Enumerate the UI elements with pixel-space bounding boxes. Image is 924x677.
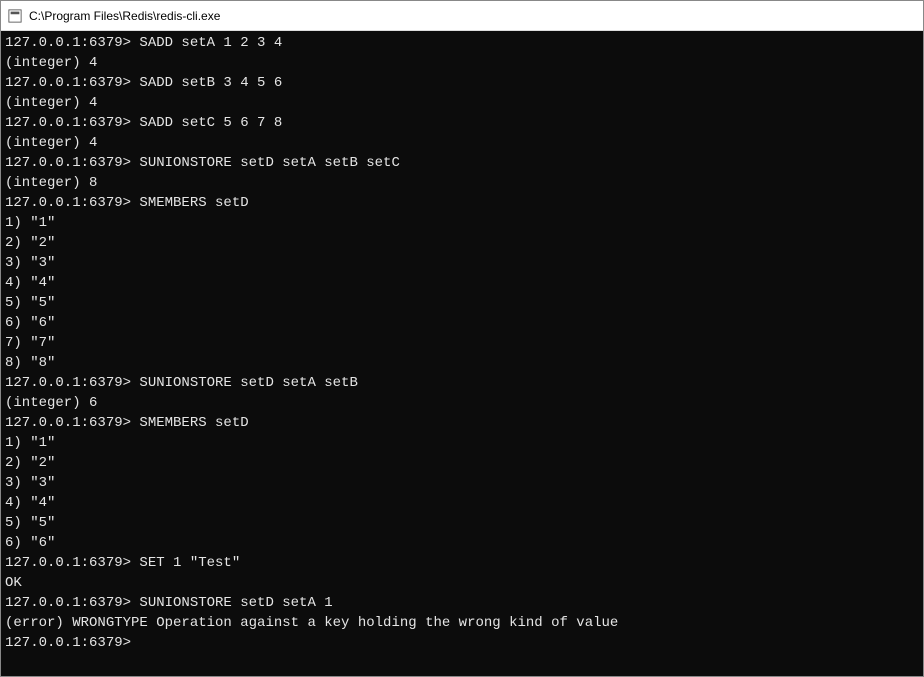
terminal-line: 127.0.0.1:6379> SMEMBERS setD	[5, 193, 919, 213]
terminal-line: 4) "4"	[5, 273, 919, 293]
terminal-line: 6) "6"	[5, 533, 919, 553]
terminal-line: 6) "6"	[5, 313, 919, 333]
window: C:\Program Files\Redis\redis-cli.exe 127…	[0, 0, 924, 677]
terminal-line: 5) "5"	[5, 513, 919, 533]
terminal-line: 5) "5"	[5, 293, 919, 313]
terminal-line: 3) "3"	[5, 473, 919, 493]
terminal-line: (integer) 4	[5, 93, 919, 113]
terminal[interactable]: 127.0.0.1:6379> SADD setA 1 2 3 4(intege…	[1, 31, 923, 676]
terminal-line: (integer) 4	[5, 133, 919, 153]
terminal-line: 3) "3"	[5, 253, 919, 273]
terminal-line: 2) "2"	[5, 453, 919, 473]
terminal-line: 1) "1"	[5, 213, 919, 233]
terminal-line: (integer) 4	[5, 53, 919, 73]
terminal-line: 127.0.0.1:6379> SUNIONSTORE setD setA se…	[5, 153, 919, 173]
window-title: C:\Program Files\Redis\redis-cli.exe	[29, 9, 220, 23]
terminal-line: 127.0.0.1:6379>	[5, 633, 919, 653]
terminal-line: 2) "2"	[5, 233, 919, 253]
terminal-line: 127.0.0.1:6379> SADD setB 3 4 5 6	[5, 73, 919, 93]
terminal-line: 127.0.0.1:6379> SADD setA 1 2 3 4	[5, 33, 919, 53]
titlebar[interactable]: C:\Program Files\Redis\redis-cli.exe	[1, 1, 923, 31]
app-icon	[7, 8, 23, 24]
terminal-line: OK	[5, 573, 919, 593]
terminal-line: 127.0.0.1:6379> SET 1 "Test"	[5, 553, 919, 573]
terminal-line: 127.0.0.1:6379> SUNIONSTORE setD setA 1	[5, 593, 919, 613]
terminal-line: 8) "8"	[5, 353, 919, 373]
terminal-line: 127.0.0.1:6379> SUNIONSTORE setD setA se…	[5, 373, 919, 393]
terminal-line: 4) "4"	[5, 493, 919, 513]
terminal-line: 1) "1"	[5, 433, 919, 453]
terminal-line: 7) "7"	[5, 333, 919, 353]
terminal-line: (integer) 6	[5, 393, 919, 413]
terminal-line: (integer) 8	[5, 173, 919, 193]
terminal-line: 127.0.0.1:6379> SADD setC 5 6 7 8	[5, 113, 919, 133]
terminal-line: (error) WRONGTYPE Operation against a ke…	[5, 613, 919, 633]
terminal-line: 127.0.0.1:6379> SMEMBERS setD	[5, 413, 919, 433]
